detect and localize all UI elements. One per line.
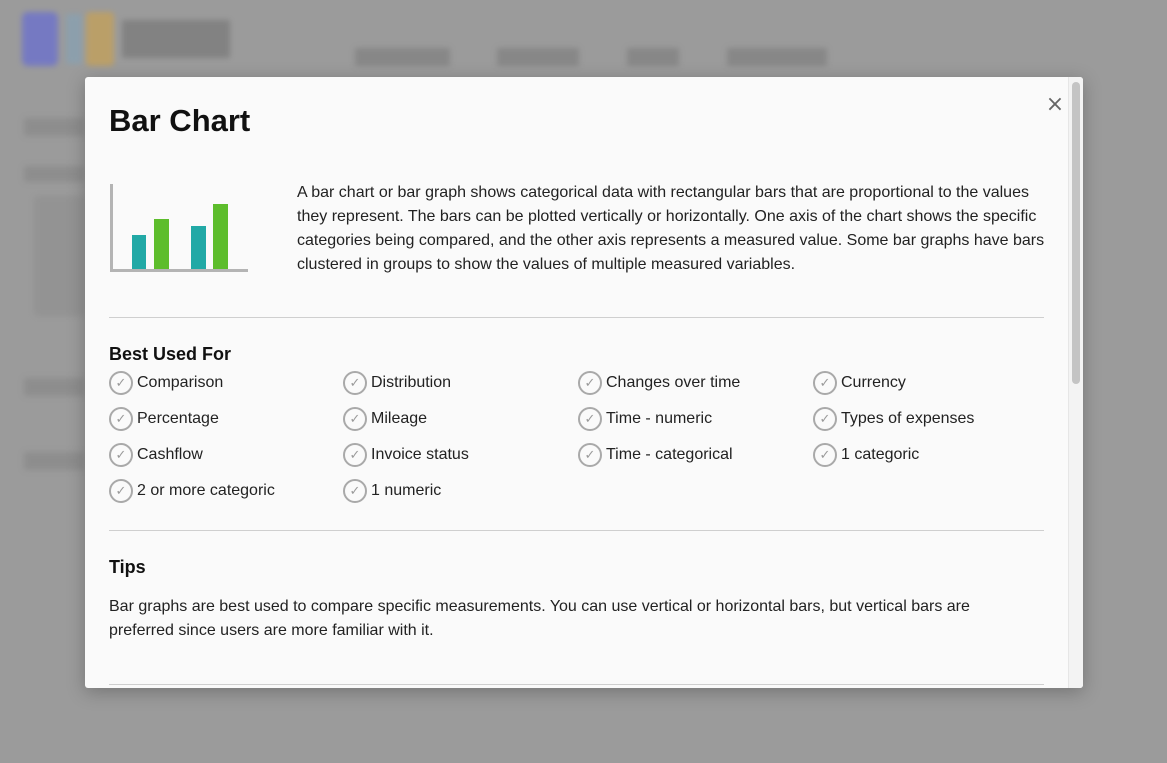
best-used-for-item: ✓ Time - numeric xyxy=(578,406,712,432)
tips-text: Bar graphs are best used to compare spec… xyxy=(109,598,970,639)
best-used-for-item: ✓ 1 categoric xyxy=(813,442,919,468)
check-circle-icon: ✓ xyxy=(578,407,602,431)
check-circle-icon: ✓ xyxy=(343,371,367,395)
scrollbar-thumb[interactable] xyxy=(1072,82,1080,384)
best-used-for-label: 1 categoric xyxy=(841,446,920,463)
best-used-for-item: ✓ Comparison xyxy=(109,370,223,396)
check-circle-icon: ✓ xyxy=(578,443,602,467)
best-used-for-item: ✓ Types of expenses xyxy=(813,406,974,432)
best-used-for-label: 1 numeric xyxy=(371,482,442,499)
bg-heading-blurred xyxy=(24,452,84,470)
check-circle-icon: ✓ xyxy=(813,371,837,395)
check-circle-icon: ✓ xyxy=(813,407,837,431)
best-used-for-label: Mileage xyxy=(371,410,428,427)
best-used-for-item: ✓ Percentage xyxy=(109,406,219,432)
best-used-for-label: Comparison xyxy=(137,374,224,391)
bg-text-blurred xyxy=(24,166,84,182)
best-used-for-label: Invoice status xyxy=(371,446,469,463)
bg-heading-blurred xyxy=(24,118,84,136)
check-circle-icon: ✓ xyxy=(109,479,133,503)
best-used-for-item: ✓ 2 or more categoric xyxy=(109,478,275,504)
bar-chart-icon xyxy=(110,184,248,272)
bg-heading-blurred xyxy=(24,378,84,396)
best-used-for-item: ✓ Invoice status xyxy=(343,442,469,468)
best-used-for-heading: Best Used For xyxy=(109,344,232,364)
tips-heading: Tips xyxy=(109,557,146,577)
site-logo xyxy=(22,12,232,68)
close-icon[interactable]: × xyxy=(1045,93,1065,117)
best-used-for-label: Changes over time xyxy=(606,374,741,391)
modal-title: Bar Chart xyxy=(109,103,251,138)
best-used-for-label: 2 or more categoric xyxy=(137,482,275,499)
bg-list-blurred xyxy=(34,196,84,316)
check-circle-icon: ✓ xyxy=(109,407,133,431)
divider xyxy=(109,317,1044,318)
best-used-for-label: Time - numeric xyxy=(606,410,713,427)
nav-item-blurred xyxy=(497,48,579,66)
best-used-for-label: Percentage xyxy=(137,410,219,427)
best-used-for-label: Distribution xyxy=(371,374,452,391)
best-used-for-label: Cashflow xyxy=(137,446,203,463)
chart-info-modal: × Bar Chart A bar chart or bar graph sho… xyxy=(85,77,1083,688)
divider xyxy=(109,530,1044,531)
check-circle-icon: ✓ xyxy=(109,443,133,467)
nav-item-blurred xyxy=(727,48,827,66)
best-used-for-item: ✓ Mileage xyxy=(343,406,427,432)
modal-scrollbar[interactable] xyxy=(1068,77,1083,688)
best-used-for-item: ✓ Time - categorical xyxy=(578,442,733,468)
check-circle-icon: ✓ xyxy=(813,443,837,467)
best-used-for-item: ✓ Distribution xyxy=(343,370,451,396)
chart-description: A bar chart or bar graph shows categoric… xyxy=(297,184,1045,273)
best-used-for-item: ✓ 1 numeric xyxy=(343,478,441,504)
nav-item-blurred xyxy=(627,48,679,66)
best-used-for-item: ✓ Changes over time xyxy=(578,370,740,396)
best-used-for-label: Time - categorical xyxy=(606,446,733,463)
best-used-for-item: ✓ Cashflow xyxy=(109,442,203,468)
divider xyxy=(109,684,1044,685)
best-used-for-label: Types of expenses xyxy=(841,410,975,427)
best-used-for-label: Currency xyxy=(841,374,906,391)
check-circle-icon: ✓ xyxy=(109,371,133,395)
check-circle-icon: ✓ xyxy=(578,371,602,395)
best-used-for-item: ✓ Currency xyxy=(813,370,906,396)
check-circle-icon: ✓ xyxy=(343,479,367,503)
nav-item-blurred xyxy=(355,48,450,66)
check-circle-icon: ✓ xyxy=(343,407,367,431)
check-circle-icon: ✓ xyxy=(343,443,367,467)
